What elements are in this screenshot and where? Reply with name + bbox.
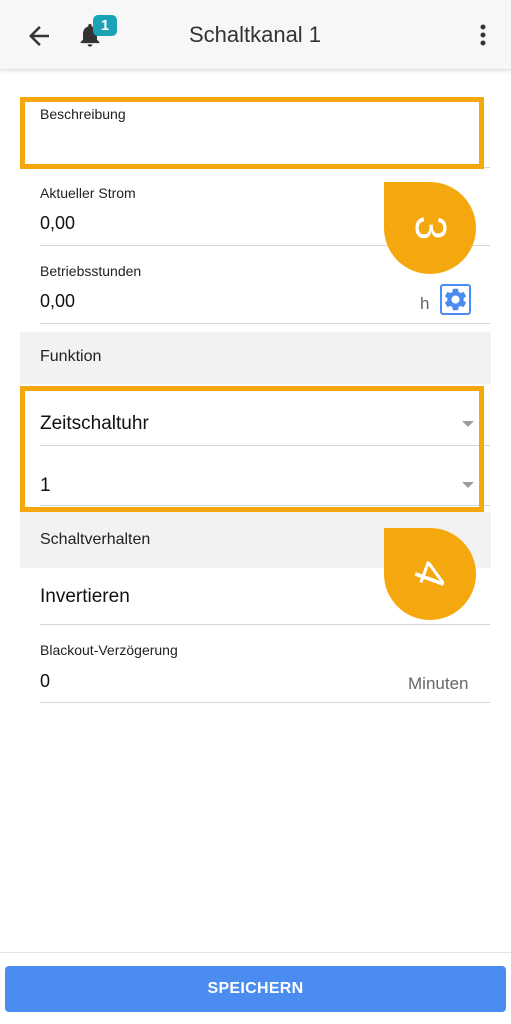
betriebsstunden-unit: h xyxy=(420,294,430,313)
callout-number: 3 xyxy=(406,215,455,241)
funktion-section-header: Funktion xyxy=(20,332,491,384)
aktueller-strom-value: 0,00 xyxy=(40,213,76,233)
aktueller-strom-label: Aktueller Strom xyxy=(40,185,136,201)
gear-icon xyxy=(444,288,467,311)
blackout-field[interactable]: Blackout-Verzögerung 0 Minuten xyxy=(40,625,490,703)
highlight-beschreibung xyxy=(20,97,484,169)
schaltverhalten-section-label: Schaltverhalten xyxy=(40,531,151,548)
invertieren-label: Invertieren xyxy=(40,586,130,607)
save-button[interactable]: SPEICHERN xyxy=(5,966,506,1012)
funktion-section-label: Funktion xyxy=(40,348,102,365)
app-bar: 1 Schaltkanal 1 xyxy=(0,0,511,70)
betriebsstunden-label: Betriebsstunden xyxy=(40,263,142,279)
more-vert-icon[interactable] xyxy=(474,22,492,50)
arrow-left-icon[interactable] xyxy=(24,21,54,51)
page-title: Schaltkanal 1 xyxy=(188,22,322,47)
footer-divider xyxy=(0,952,511,953)
betriebsstunden-value: 0,00 xyxy=(40,291,76,311)
callout-3: 3 xyxy=(384,182,476,274)
blackout-unit: Minuten xyxy=(408,674,469,693)
blackout-label: Blackout-Verzögerung xyxy=(40,642,178,658)
callout-4: 4 xyxy=(384,528,476,620)
blackout-value: 0 xyxy=(40,671,51,691)
betriebsstunden-settings-button[interactable] xyxy=(440,284,471,315)
notification-badge: 1 xyxy=(93,15,117,36)
highlight-funktion xyxy=(20,386,484,512)
